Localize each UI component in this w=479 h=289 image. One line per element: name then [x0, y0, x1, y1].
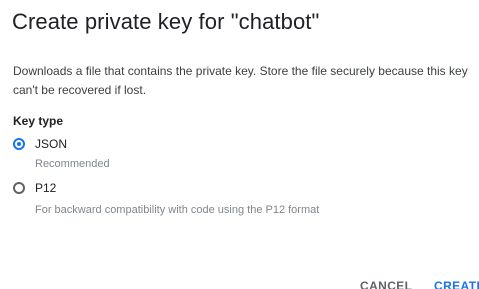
option-hint-json: Recommended	[35, 158, 110, 170]
dialog-title: Create private key for "chatbot"	[12, 9, 320, 34]
cancel-button[interactable]: CANCEL	[360, 279, 412, 289]
dialog-description: Downloads a file that contains the priva…	[13, 64, 468, 97]
option-label-json: JSON	[35, 137, 68, 151]
radio-unselected-icon[interactable]	[13, 182, 25, 194]
radio-selected-icon[interactable]	[13, 138, 25, 150]
option-hint-p12: For backward compatibility with code usi…	[35, 204, 320, 216]
key-type-option-p12[interactable]: P12	[13, 179, 56, 197]
key-type-label: Key type	[13, 114, 64, 128]
create-button[interactable]: CREATE	[434, 279, 479, 289]
key-type-option-json[interactable]: JSON	[13, 135, 67, 153]
create-private-key-dialog: Create private key for "chatbot" Downloa…	[0, 0, 479, 289]
option-label-p12: P12	[35, 181, 57, 195]
